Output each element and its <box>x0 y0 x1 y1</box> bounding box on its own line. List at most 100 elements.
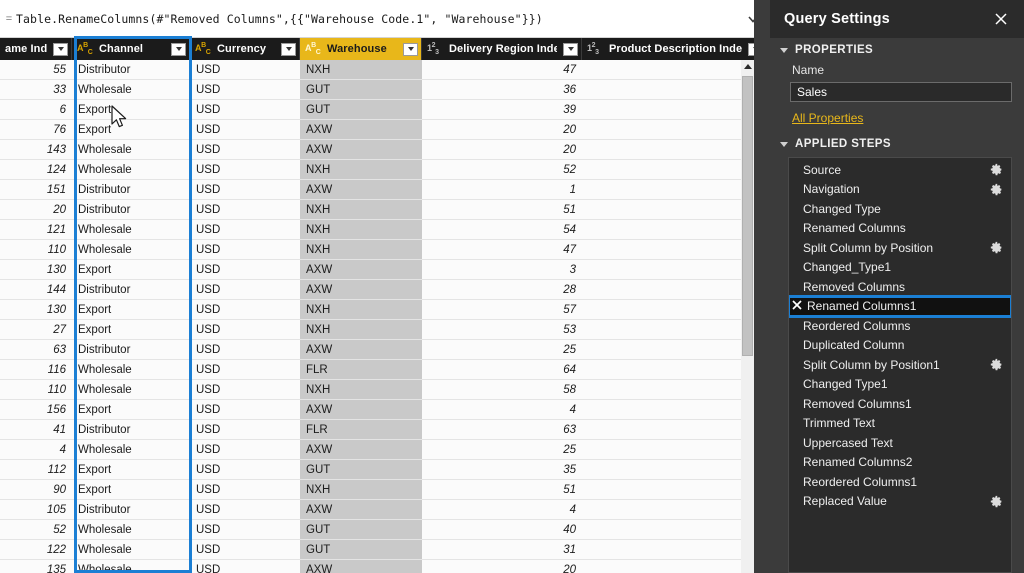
cell-name_index[interactable]: 90 <box>0 480 72 499</box>
cell-delivery[interactable]: 28 <box>422 280 582 299</box>
cell-product[interactable] <box>582 420 767 439</box>
cell-product[interactable] <box>582 80 767 99</box>
scrollbar-thumb[interactable] <box>742 76 753 356</box>
cell-product[interactable] <box>582 460 767 479</box>
table-row[interactable]: 151 Distributor USD AXW 1 <box>0 180 770 200</box>
cell-currency[interactable]: USD <box>190 120 300 139</box>
cell-product[interactable] <box>582 220 767 239</box>
cell-warehouse[interactable]: GUT <box>300 80 422 99</box>
query-name-input[interactable]: Sales <box>790 82 1012 102</box>
cell-warehouse[interactable]: AXW <box>300 400 422 419</box>
cell-name_index[interactable]: 33 <box>0 80 72 99</box>
cell-warehouse[interactable]: AXW <box>300 440 422 459</box>
cell-warehouse[interactable]: NXH <box>300 160 422 179</box>
applied-steps-section-header[interactable]: APPLIED STEPS <box>770 132 1024 154</box>
table-row[interactable]: 52 Wholesale USD GUT 40 <box>0 520 770 540</box>
cell-channel[interactable]: Wholesale <box>72 240 190 259</box>
table-row[interactable]: 41 Distributor USD FLR 63 <box>0 420 770 440</box>
cell-delivery[interactable]: 20 <box>422 560 582 573</box>
cell-delivery[interactable]: 51 <box>422 200 582 219</box>
applied-step-item[interactable]: Source <box>789 160 1011 180</box>
cell-delivery[interactable]: 31 <box>422 540 582 559</box>
grid-body[interactable]: 55 Distributor USD NXH 47 33 Wholesale USD GUT 36… <box>0 60 770 573</box>
cell-product[interactable] <box>582 560 767 573</box>
cell-warehouse[interactable]: AXW <box>300 260 422 279</box>
cell-warehouse[interactable]: GUT <box>300 520 422 539</box>
applied-step-item[interactable]: Uppercased Text <box>789 433 1011 453</box>
applied-steps-list[interactable]: Source Navigation Changed Type Renamed Colu… <box>788 157 1012 573</box>
cell-delivery[interactable]: 53 <box>422 320 582 339</box>
table-row[interactable]: 90 Export USD NXH 51 <box>0 480 770 500</box>
applied-step-item[interactable]: Replaced Value <box>789 492 1011 512</box>
table-row[interactable]: 6 Export USD GUT 39 <box>0 100 770 120</box>
cell-name_index[interactable]: 116 <box>0 360 72 379</box>
cell-name_index[interactable]: 156 <box>0 400 72 419</box>
cell-currency[interactable]: USD <box>190 340 300 359</box>
table-row[interactable]: 110 Wholesale USD NXH 47 <box>0 240 770 260</box>
applied-step-item[interactable]: Reordered Columns <box>789 316 1011 336</box>
cell-name_index[interactable]: 6 <box>0 100 72 119</box>
cell-name_index[interactable]: 63 <box>0 340 72 359</box>
cell-delivery[interactable]: 20 <box>422 120 582 139</box>
table-row[interactable]: 143 Wholesale USD AXW 20 <box>0 140 770 160</box>
column-header-channel[interactable]: ABC Channel <box>72 38 190 60</box>
cell-channel[interactable]: Distributor <box>72 200 190 219</box>
filter-dropdown-button-warehouse[interactable] <box>403 42 418 56</box>
table-row[interactable]: 55 Distributor USD NXH 47 <box>0 60 770 80</box>
cell-delivery[interactable]: 54 <box>422 220 582 239</box>
properties-section-header[interactable]: PROPERTIES <box>770 38 1024 60</box>
cell-delivery[interactable]: 20 <box>422 140 582 159</box>
cell-currency[interactable]: USD <box>190 500 300 519</box>
cell-delivery[interactable]: 51 <box>422 480 582 499</box>
cell-product[interactable] <box>582 100 767 119</box>
cell-currency[interactable]: USD <box>190 460 300 479</box>
cell-product[interactable] <box>582 520 767 539</box>
cell-currency[interactable]: USD <box>190 320 300 339</box>
table-row[interactable]: 76 Export USD AXW 20 <box>0 120 770 140</box>
table-row[interactable]: 121 Wholesale USD NXH 54 <box>0 220 770 240</box>
cell-name_index[interactable]: 110 <box>0 240 72 259</box>
cell-currency[interactable]: USD <box>190 240 300 259</box>
cell-channel[interactable]: Wholesale <box>72 440 190 459</box>
table-row[interactable]: 135 Wholesale USD AXW 20 <box>0 560 770 573</box>
cell-warehouse[interactable]: NXH <box>300 220 422 239</box>
cell-channel[interactable]: Distributor <box>72 420 190 439</box>
cell-currency[interactable]: USD <box>190 540 300 559</box>
cell-currency[interactable]: USD <box>190 420 300 439</box>
cell-name_index[interactable]: 135 <box>0 560 72 573</box>
cell-currency[interactable]: USD <box>190 360 300 379</box>
formula-input[interactable]: Table.RenameColumns(#"Removed Columns",{… <box>14 12 740 26</box>
cell-product[interactable] <box>582 280 767 299</box>
applied-step-item[interactable]: Renamed Columns <box>789 219 1011 239</box>
cell-name_index[interactable]: 130 <box>0 300 72 319</box>
cell-delivery[interactable]: 57 <box>422 300 582 319</box>
cell-delivery[interactable]: 40 <box>422 520 582 539</box>
cell-delivery[interactable]: 63 <box>422 420 582 439</box>
cell-delivery[interactable]: 39 <box>422 100 582 119</box>
cell-delivery[interactable]: 35 <box>422 460 582 479</box>
applied-step-item[interactable]: Trimmed Text <box>789 414 1011 434</box>
cell-currency[interactable]: USD <box>190 80 300 99</box>
cell-warehouse[interactable]: FLR <box>300 360 422 379</box>
cell-product[interactable] <box>582 160 767 179</box>
table-row[interactable]: 156 Export USD AXW 4 <box>0 400 770 420</box>
cell-warehouse[interactable]: NXH <box>300 200 422 219</box>
filter-dropdown-button-currency[interactable] <box>281 42 296 56</box>
cell-product[interactable] <box>582 200 767 219</box>
cell-delivery[interactable]: 1 <box>422 180 582 199</box>
cell-currency[interactable]: USD <box>190 140 300 159</box>
cell-delivery[interactable]: 58 <box>422 380 582 399</box>
cell-product[interactable] <box>582 440 767 459</box>
cell-currency[interactable]: USD <box>190 220 300 239</box>
cell-name_index[interactable]: 55 <box>0 60 72 79</box>
cell-channel[interactable]: Distributor <box>72 500 190 519</box>
cell-product[interactable] <box>582 320 767 339</box>
column-header-warehouse[interactable]: ABC Warehouse <box>300 38 422 60</box>
cell-delivery[interactable]: 3 <box>422 260 582 279</box>
table-row[interactable]: 130 Export USD AXW 3 <box>0 260 770 280</box>
cell-currency[interactable]: USD <box>190 60 300 79</box>
table-row[interactable]: 116 Wholesale USD FLR 64 <box>0 360 770 380</box>
cell-channel[interactable]: Wholesale <box>72 360 190 379</box>
applied-step-item[interactable]: Changed_Type1 <box>789 258 1011 278</box>
applied-step-item[interactable]: Reordered Columns1 <box>789 472 1011 492</box>
